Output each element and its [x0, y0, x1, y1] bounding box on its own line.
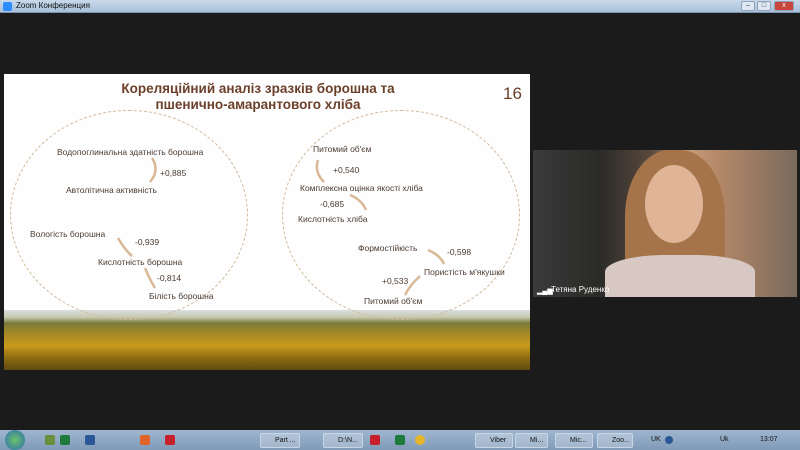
arrow-icon [349, 193, 368, 211]
label: Кислотність хліба [298, 214, 368, 224]
app-icon[interactable] [165, 435, 175, 445]
label: Пористість м'якушки [424, 267, 505, 277]
coefficient: +0,533 [382, 276, 409, 286]
label: Питомий об'єм [313, 144, 372, 154]
video-person-shirt [605, 255, 755, 297]
language-indicator-2[interactable]: Uk [720, 436, 729, 443]
arrow-icon [116, 237, 133, 257]
coefficient: -0,598 [447, 247, 472, 257]
taskbar-item[interactable]: Viber [475, 433, 513, 448]
arrow-icon [427, 248, 446, 265]
label: Водопоглинальна здатність борошна [57, 147, 204, 157]
arrow-icon [149, 157, 157, 183]
coefficient: -0,939 [135, 237, 160, 247]
taskbar-item[interactable]: D:\N... [323, 433, 363, 448]
label: Білість борошна [149, 291, 214, 301]
taskbar-item[interactable]: Part ... [260, 433, 300, 448]
label: Формостійкість [358, 243, 418, 253]
taskbar-item[interactable]: Zoo... [597, 433, 633, 448]
coefficient: +0,885 [160, 168, 187, 178]
label: Питомий об'єм [364, 296, 423, 306]
help-icon[interactable] [665, 436, 673, 444]
app-icon[interactable] [370, 435, 380, 445]
app-icon[interactable] [45, 435, 55, 445]
chrome-icon[interactable] [415, 435, 425, 445]
label: Комплексна оцінка якості хліба [300, 183, 423, 193]
label: Автолітична активність [66, 185, 157, 195]
excel-icon[interactable] [60, 435, 70, 445]
language-indicator[interactable]: UK [651, 436, 661, 443]
coefficient: -0,814 [157, 273, 182, 283]
firefox-icon[interactable] [140, 435, 150, 445]
video-person-face [645, 165, 703, 243]
taskbar-item[interactable]: Mic... [555, 433, 593, 448]
arrow-icon [143, 267, 157, 289]
coefficient: +0,540 [333, 165, 360, 175]
start-button[interactable] [5, 430, 25, 450]
word-icon[interactable] [85, 435, 95, 445]
participant-name: Тетяна Руденко [551, 285, 610, 294]
excel-icon[interactable] [395, 435, 405, 445]
label: Кислотність борошна [98, 257, 183, 267]
taskbar-item[interactable]: Mi... [515, 433, 548, 448]
label: Вологість борошна [30, 229, 106, 239]
coefficient: -0,685 [320, 199, 345, 209]
arrow-icon [315, 159, 325, 183]
clock[interactable]: 13:07 [760, 436, 778, 443]
